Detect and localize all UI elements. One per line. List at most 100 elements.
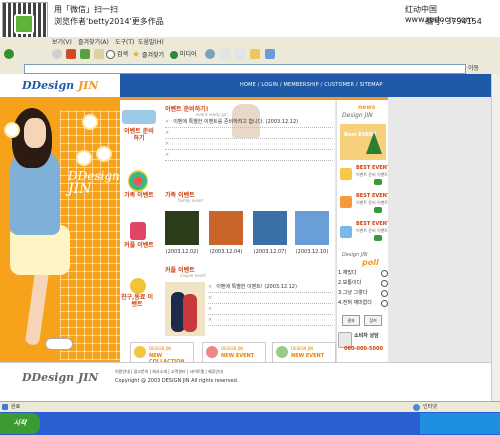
home-icon[interactable]	[94, 49, 104, 59]
mail-icon[interactable]	[220, 49, 230, 59]
best-event-icon	[340, 168, 352, 180]
go-icon[interactable]	[374, 235, 382, 241]
menu-item-tools[interactable]: 도구(T)	[115, 37, 134, 46]
couple-image	[165, 282, 205, 336]
search-button[interactable]: 검색	[104, 49, 130, 61]
footer-logo: DDesign JIN	[22, 371, 98, 384]
side-label-couple[interactable]: 커플 이벤트	[122, 242, 156, 249]
menu-item-view[interactable]: 보기(V)	[52, 37, 72, 46]
poll-radio[interactable]	[381, 280, 388, 287]
couple-figure	[183, 294, 197, 332]
poll-radio[interactable]	[381, 300, 388, 307]
page-gutter	[388, 97, 500, 362]
go-icon[interactable]	[374, 179, 382, 185]
news-brand: Design JIN	[342, 112, 373, 119]
family-photo-caption: (2003.12.07)	[253, 249, 287, 255]
couple-list: × 이벤에 특별한 이벤트! (2003.12.12) × × ×	[208, 282, 333, 326]
poll-word: poll	[362, 258, 379, 267]
bullet-icon: ×	[165, 130, 170, 136]
hero-brand: DDesign JIN	[68, 170, 120, 197]
poll-option[interactable]: 2.보통이다	[338, 278, 388, 288]
footer-links[interactable]: 이용안내 | 광고문의 | 회사소개 | 고객센터 | 사이트맵 | 제휴안내	[115, 369, 223, 375]
best-event-subtitle: 이벤트 준비 이벤트	[356, 200, 388, 205]
menu-item-help[interactable]: 도움말(H)	[138, 37, 164, 46]
family-photo-grid: (2003.12.02) (2003.12.04) (2003.12.07) (…	[165, 211, 333, 261]
favorites-button[interactable]: ★ 즐겨찾기	[130, 49, 166, 61]
list-item[interactable]: × 이벤에 특별한 이벤트를 준비하려고 합니다. (2003.12.12)	[165, 117, 333, 128]
media-button[interactable]: 미디어	[168, 49, 198, 61]
poll-option[interactable]: 1.재밌다	[338, 268, 388, 278]
list-item[interactable]: ×	[208, 315, 333, 326]
vertical-scrollbar[interactable]	[491, 74, 500, 401]
bullet-icon: ×	[208, 306, 213, 312]
bullet-icon: ×	[208, 317, 213, 323]
best-event-title[interactable]: BEST EVENT	[356, 165, 390, 171]
address-input[interactable]	[24, 64, 466, 74]
poll-option[interactable]: 4.전혀 재미없다	[338, 298, 388, 308]
banner-new-event[interactable]: DESIGN JIN NEW EVENT	[202, 342, 266, 364]
menu-item-favorites[interactable]: 즐겨찾기(A)	[78, 37, 109, 46]
flower-icon	[78, 152, 90, 164]
side-label-prep[interactable]: 이벤트 준비하기	[122, 128, 156, 142]
page-icon	[2, 404, 8, 410]
side-label-family[interactable]: 가족 이벤트	[122, 192, 156, 199]
go-icon[interactable]	[374, 207, 382, 213]
contact-box[interactable]: 소비자 상담 080-000-5000	[338, 330, 388, 356]
poll-result-button[interactable]: 결과	[342, 315, 360, 326]
print-icon[interactable]	[235, 49, 245, 59]
banner-line1: DESIGN JIN	[291, 346, 314, 351]
news-title: news	[358, 104, 376, 111]
list-item[interactable]: ×	[208, 304, 333, 315]
poll-radio[interactable]	[381, 270, 388, 277]
forward-icon[interactable]	[52, 49, 62, 59]
hero-brand-line2: JIN	[68, 181, 92, 197]
internet-icon	[413, 404, 420, 411]
go-button[interactable]: 이동	[468, 63, 479, 72]
contact-number: 080-000-5000	[344, 346, 383, 352]
contact-label: 소비자 상담	[354, 333, 379, 339]
family-photo[interactable]	[165, 211, 199, 245]
family-photo[interactable]	[209, 211, 243, 245]
list-item[interactable]: ×	[208, 293, 333, 304]
wechat-logo-icon	[14, 14, 34, 34]
side-label-friends[interactable]: 친구,동료 이벤트	[120, 294, 154, 308]
footer-logo-accent: JIN	[77, 371, 99, 384]
start-button[interactable]: 시작	[0, 413, 40, 434]
banner-icon	[134, 346, 146, 358]
watermark-line2: 浏览作者'betty2014'更多作品	[54, 17, 164, 26]
banner-new-event[interactable]: DESIGN JIN NEW EVENT	[272, 342, 336, 364]
banner-line2: NEW EVENT	[221, 353, 255, 359]
refresh-icon[interactable]	[80, 49, 90, 59]
bullet-icon: ×	[208, 295, 213, 301]
best-event-title[interactable]: BEST EVENT	[356, 193, 390, 199]
list-item[interactable]: ×	[165, 139, 333, 150]
list-item[interactable]: ×	[165, 128, 333, 139]
banner-new-collection[interactable]: DESIGN JIN NEW COLLACTION	[130, 342, 194, 365]
banner-icon	[206, 346, 218, 358]
banner-line1: DESIGN JIN	[221, 346, 244, 351]
best-event-title[interactable]: BEST EVENT	[356, 221, 390, 227]
banner-line2: NEW EVENT	[291, 353, 325, 359]
poll-vote-button[interactable]: 참여	[364, 315, 382, 326]
edit-icon[interactable]	[250, 49, 260, 59]
list-item[interactable]: × 이벤에 특별한 이벤트! (2003.12.12)	[208, 282, 333, 293]
news-image[interactable]: Best EVENT	[340, 124, 386, 160]
poll-option[interactable]: 3.그냥 그렇다	[338, 288, 388, 298]
list-item[interactable]: ×	[165, 150, 333, 161]
list-item-text: 이벤에 특별한 이벤트! (2003.12.12)	[216, 284, 297, 290]
family-photo[interactable]	[295, 211, 329, 245]
history-icon[interactable]	[205, 49, 215, 59]
family-photo[interactable]	[253, 211, 287, 245]
back-icon[interactable]	[4, 49, 14, 59]
top-nav-links[interactable]: HOME / LOGIN / MEMBERSHIP / CUSTOMER / S…	[240, 82, 383, 88]
media-icon	[170, 50, 178, 59]
messenger-icon[interactable]	[265, 49, 275, 59]
flower-icon	[84, 116, 96, 128]
prep-list: × 이벤에 특별한 이벤트를 준비하려고 합니다. (2003.12.12) × …	[165, 117, 333, 161]
poll-radio[interactable]	[381, 290, 388, 297]
browser-toolbar: 검색 ★ 즐겨찾기 미디어	[0, 47, 500, 64]
stop-icon[interactable]	[66, 49, 76, 59]
site-logo[interactable]: DDesign JIN	[22, 79, 98, 92]
media-label: 미디어	[179, 51, 197, 58]
banner-line1: DESIGN JIN	[149, 346, 172, 351]
